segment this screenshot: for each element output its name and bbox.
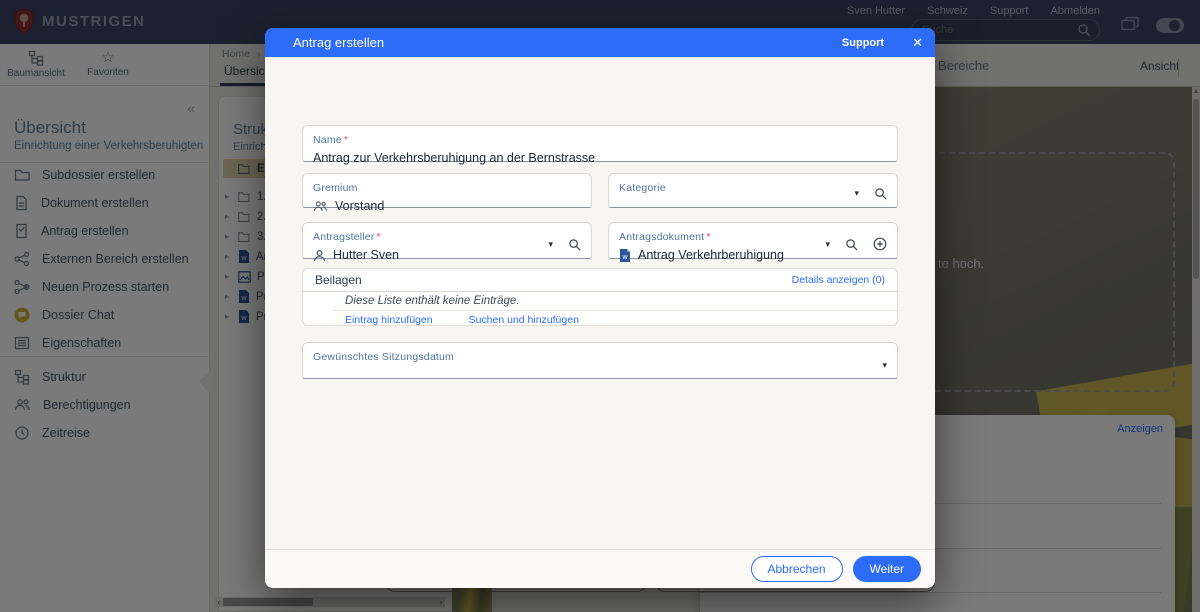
beilagen-title: Beilagen	[315, 273, 362, 287]
beilagen-section: Beilagen Details anzeigen (0) Diese List…	[302, 268, 898, 326]
close-icon[interactable]: ✕	[912, 35, 923, 51]
word-document-icon: w	[619, 249, 631, 262]
name-field-value[interactable]: Antrag zur Verkehrsberuhigung an der Ber…	[313, 151, 887, 165]
antrag-erstellen-dialog: Antrag erstellen Support ✕ Name* Antrag …	[265, 28, 935, 588]
beilagen-empty-text: Diese Liste enthält keine Einträge.	[303, 292, 897, 310]
gremium-field[interactable]: Gremium Vorstand	[302, 173, 592, 208]
details-anzeigen-link[interactable]: Details anzeigen (0)	[792, 274, 885, 286]
antragsdokument-field[interactable]: Antragsdokument* w Antrag Verkehrberuhig…	[608, 222, 898, 259]
antragsteller-field-label: Antragsteller	[313, 231, 375, 243]
gremium-field-label: Gremium	[313, 182, 358, 194]
sitzungsdatum-field[interactable]: Gewünschtes Sitzungsdatum ▾	[302, 342, 898, 379]
antragsdokument-field-label: Antragsdokument	[619, 231, 704, 243]
name-field-label: Name	[313, 134, 342, 146]
dropdown-caret-icon[interactable]: ▾	[854, 188, 859, 199]
lookup-search-icon[interactable]	[568, 238, 581, 251]
gremium-field-value: Vorstand	[335, 199, 384, 213]
antragsteller-field[interactable]: Antragsteller* Hutter Sven ▾	[302, 222, 592, 259]
person-icon	[313, 249, 326, 262]
svg-text:w: w	[621, 254, 628, 261]
add-circle-icon[interactable]	[873, 237, 887, 251]
antragsdokument-field-value: Antrag Verkehrberuhigung	[638, 248, 784, 262]
required-marker: *	[706, 231, 710, 243]
sitzungsdatum-field-label: Gewünschtes Sitzungsdatum	[313, 351, 454, 363]
dropdown-caret-icon[interactable]: ▾	[825, 239, 830, 250]
dropdown-caret-icon[interactable]: ▾	[548, 239, 553, 250]
dialog-title: Antrag erstellen	[293, 35, 384, 50]
name-field[interactable]: Name* Antrag zur Verkehrsberuhigung an d…	[302, 125, 898, 162]
next-button[interactable]: Weiter	[853, 556, 921, 582]
required-marker: *	[377, 231, 381, 243]
kategorie-field-label: Kategorie	[619, 182, 666, 194]
dialog-footer: Abbrechen Weiter	[265, 549, 935, 588]
dialog-support-link[interactable]: Support	[842, 37, 884, 49]
lookup-search-icon[interactable]	[845, 238, 858, 251]
cancel-button[interactable]: Abbrechen	[751, 556, 843, 582]
dropdown-caret-icon[interactable]: ▾	[882, 360, 887, 371]
screen: MUSTRIGEN Sven Hutter Schweiz Support Ab…	[0, 0, 1200, 612]
group-icon	[313, 200, 328, 213]
lookup-search-icon[interactable]	[874, 187, 887, 200]
dialog-header: Antrag erstellen Support ✕	[265, 28, 935, 57]
suchen-und-hinzufuegen-link[interactable]: Suchen und hinzufügen	[469, 314, 579, 326]
eintrag-hinzufuegen-link[interactable]: Eintrag hinzufügen	[345, 314, 433, 326]
kategorie-field[interactable]: Kategorie ▾	[608, 173, 898, 208]
required-marker: *	[344, 134, 348, 146]
antragsteller-field-value: Hutter Sven	[333, 248, 399, 262]
